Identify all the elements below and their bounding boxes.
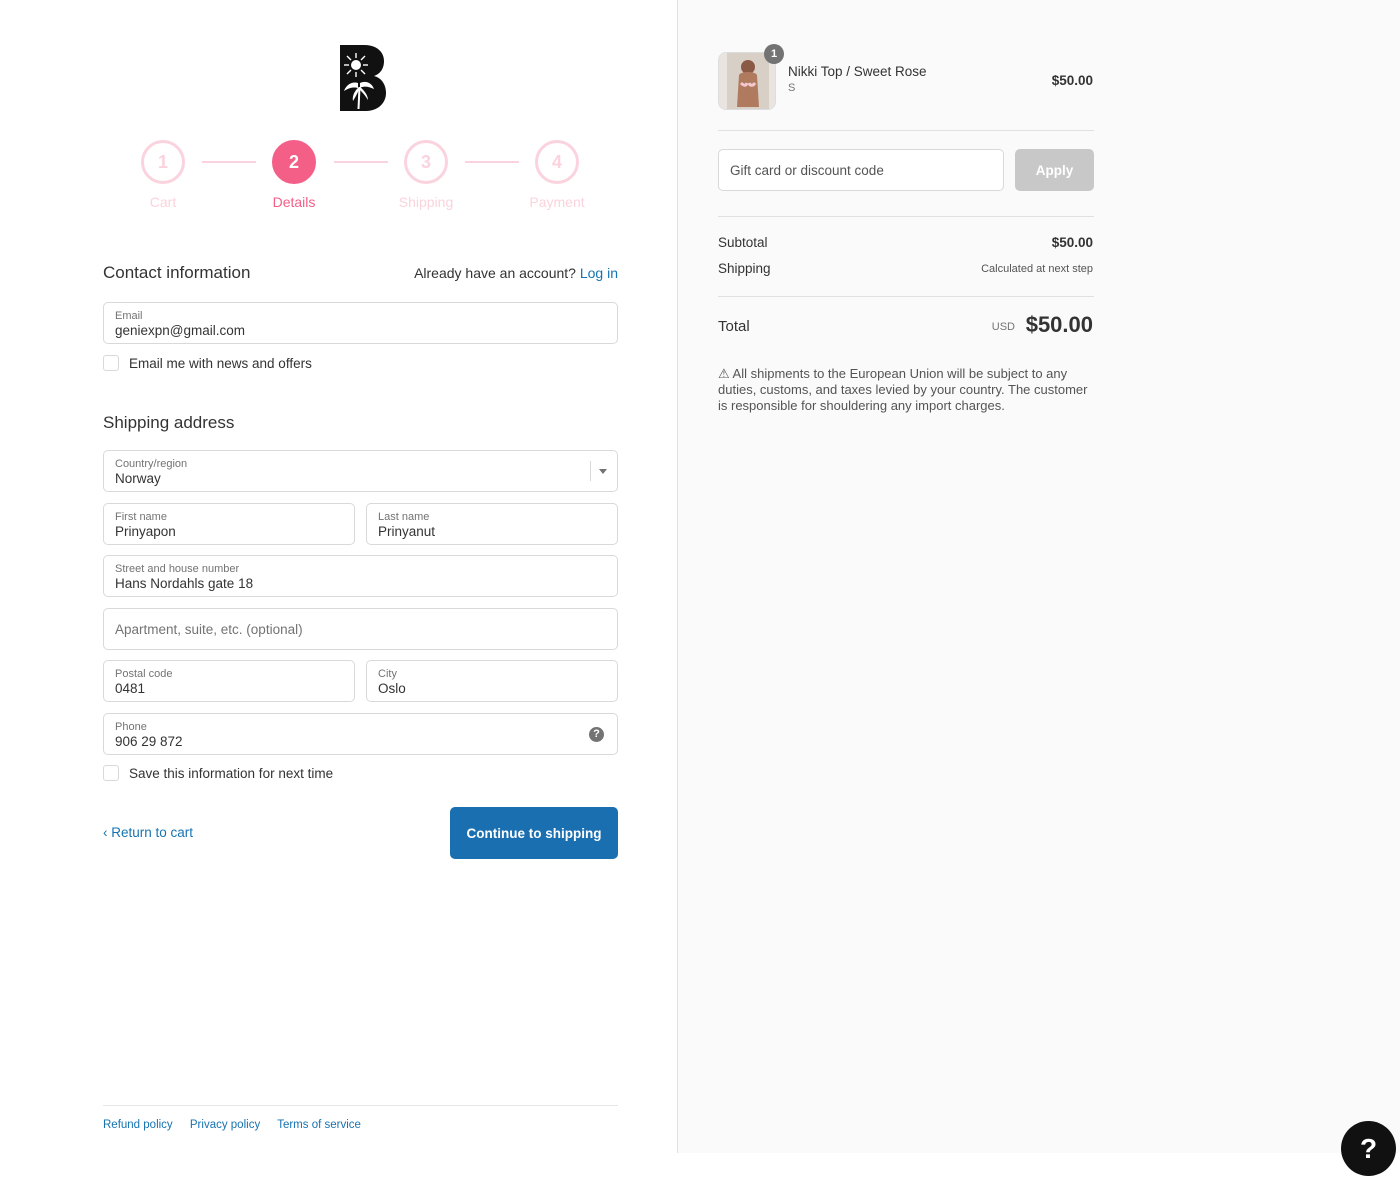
shipping-label: Shipping <box>718 261 771 276</box>
email-value: geniexpn@gmail.com <box>115 323 246 338</box>
save-info-label: Save this information for next time <box>129 765 334 781</box>
footer-links: Refund policy Privacy policy Terms of se… <box>103 1119 375 1131</box>
step-number: 1 <box>141 140 185 184</box>
city-field[interactable]: City Oslo <box>366 660 618 702</box>
step-payment: 4 Payment <box>507 140 607 210</box>
step-number: 4 <box>535 140 579 184</box>
step-label: Payment <box>529 194 585 210</box>
account-prompt-text: Already have an account? <box>414 265 576 281</box>
summary-divider <box>718 296 1094 297</box>
postal-value: 0481 <box>115 681 146 696</box>
quantity-badge: 1 <box>764 44 784 64</box>
checkout-steps: 1 Cart 2 Details 3 Shipping 4 Payment <box>103 140 618 215</box>
eu-shipping-notice: ⚠ All shipments to the European Union wi… <box>718 366 1088 413</box>
apartment-field[interactable]: Apartment, suite, etc. (optional) <box>103 608 618 650</box>
step-cart[interactable]: 1 Cart <box>113 140 213 210</box>
street-label: Street and house number <box>115 563 240 575</box>
first-name-value: Prinyapon <box>115 524 176 539</box>
question-icon[interactable]: ? <box>589 727 604 742</box>
terms-of-service-link[interactable]: Terms of service <box>277 1119 361 1131</box>
summary-divider <box>718 130 1094 131</box>
footer-divider <box>103 1105 618 1106</box>
email-label: Email <box>115 310 143 322</box>
country-value: Norway <box>115 471 161 486</box>
product-name: Nikki Top / Sweet Rose <box>788 64 927 79</box>
subtotal-label: Subtotal <box>718 235 768 250</box>
total-currency: USD <box>991 321 1015 333</box>
step-number: 3 <box>404 140 448 184</box>
step-label: Details <box>272 194 316 210</box>
chevron-left-icon: ‹ <box>103 825 108 840</box>
product-price: $50.00 <box>1051 73 1093 88</box>
privacy-policy-link[interactable]: Privacy policy <box>190 1119 260 1131</box>
save-info-checkbox[interactable] <box>103 765 119 781</box>
step-shipping: 3 Shipping <box>376 140 476 210</box>
newsletter-checkbox[interactable] <box>103 355 119 371</box>
product-variant: S <box>788 82 796 94</box>
login-link[interactable]: Log in <box>580 265 618 281</box>
newsletter-label: Email me with news and offers <box>129 355 312 371</box>
refund-policy-link[interactable]: Refund policy <box>103 1119 173 1131</box>
checkout-main: 1 Cart 2 Details 3 Shipping 4 Payment Co… <box>0 0 677 1193</box>
brand-logo[interactable] <box>338 45 386 111</box>
total-label: Total <box>718 318 750 335</box>
email-field[interactable]: Email geniexpn@gmail.com <box>103 302 618 344</box>
last-name-field[interactable]: Last name Prinyanut <box>366 503 618 545</box>
chevron-down-icon <box>599 469 607 474</box>
select-divider <box>590 461 591 481</box>
help-button[interactable]: ? <box>1341 1121 1396 1176</box>
shipping-value: Calculated at next step <box>981 263 1093 275</box>
city-value: Oslo <box>378 681 406 696</box>
order-summary: 1 Nikki Top / Sweet Rose S $50.00 Gift c… <box>677 0 1400 1153</box>
contact-title: Contact information <box>103 263 251 282</box>
phone-value: 906 29 872 <box>115 734 183 749</box>
step-number: 2 <box>272 140 316 184</box>
last-name-value: Prinyanut <box>378 524 436 539</box>
last-name-label: Last name <box>378 511 430 523</box>
postal-code-field[interactable]: Postal code 0481 <box>103 660 355 702</box>
apartment-placeholder: Apartment, suite, etc. (optional) <box>115 622 303 637</box>
save-info-row[interactable]: Save this information for next time <box>103 765 333 781</box>
first-name-label: First name <box>115 511 167 523</box>
city-label: City <box>378 668 397 680</box>
step-details: 2 Details <box>244 140 344 210</box>
total-value: $50.00 <box>1025 312 1093 337</box>
street-field[interactable]: Street and house number Hans Nordahls ga… <box>103 555 618 597</box>
step-label: Cart <box>149 194 177 210</box>
continue-to-shipping-button[interactable]: Continue to shipping <box>450 807 618 859</box>
first-name-field[interactable]: First name Prinyapon <box>103 503 355 545</box>
apply-button[interactable]: Apply <box>1015 149 1094 191</box>
newsletter-row[interactable]: Email me with news and offers <box>103 355 312 371</box>
account-prompt: Already have an account? Log in <box>414 265 618 281</box>
phone-field[interactable]: Phone 906 29 872 ? <box>103 713 618 755</box>
discount-code-input[interactable]: Gift card or discount code <box>718 149 1004 191</box>
discount-placeholder: Gift card or discount code <box>730 163 884 178</box>
street-value: Hans Nordahls gate 18 <box>115 576 254 591</box>
return-label: Return to cart <box>111 825 194 840</box>
step-label: Shipping <box>398 194 454 210</box>
return-to-cart-link[interactable]: ‹ Return to cart <box>103 825 193 840</box>
country-label: Country/region <box>115 458 188 470</box>
shipping-title: Shipping address <box>103 413 235 432</box>
phone-label: Phone <box>115 721 147 733</box>
country-select[interactable]: Country/region Norway <box>103 450 618 492</box>
postal-label: Postal code <box>115 668 173 680</box>
summary-divider <box>718 216 1094 217</box>
subtotal-value: $50.00 <box>1051 235 1093 250</box>
